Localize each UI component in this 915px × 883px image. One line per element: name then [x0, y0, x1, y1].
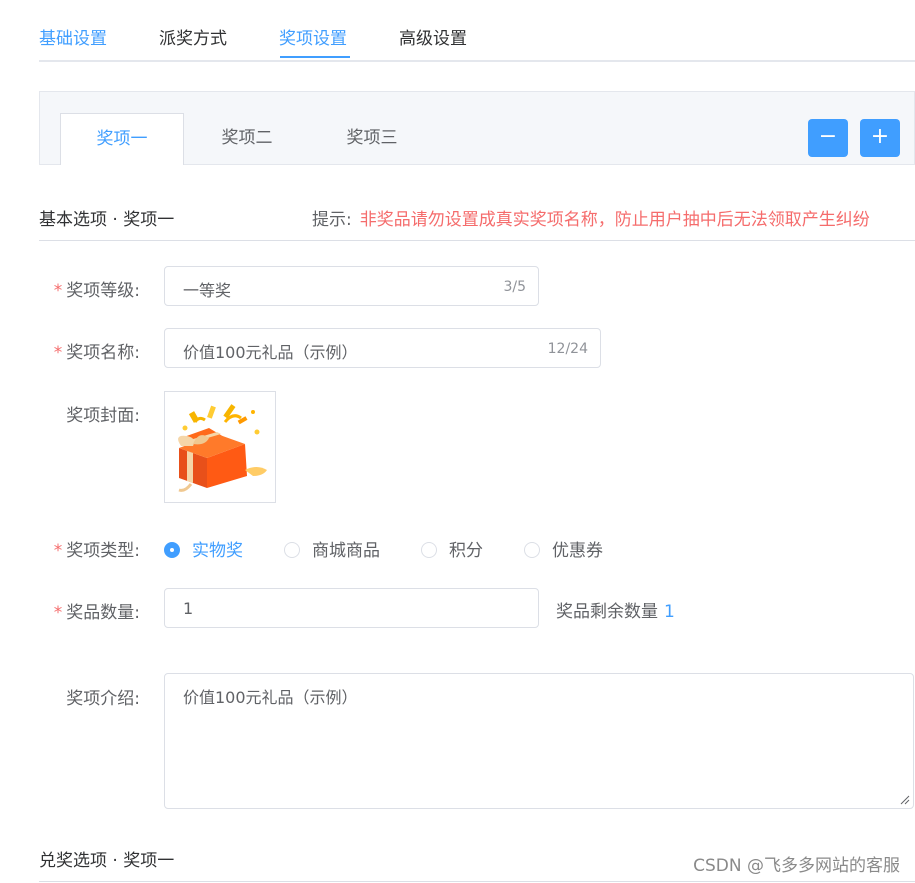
name-input[interactable]: 价值100元礼品（示例） 12/24	[164, 328, 601, 368]
radio-unchecked-icon	[421, 542, 437, 558]
hint-label: 提示:	[312, 210, 352, 230]
hint-text: 非奖品请勿设置成真实奖项名称，防止用户抽中后无法领取产生纠纷	[359, 210, 870, 230]
hint: 提示: 非奖品请勿设置成真实奖项名称，防止用户抽中后无法领取产生纠纷	[312, 205, 870, 230]
name-value: 价值100元礼品（示例）	[183, 343, 358, 362]
remaining-quantity: 奖品剩余数量 1	[556, 597, 675, 622]
tab-award-method[interactable]: 派奖方式	[159, 24, 227, 49]
radio-unchecked-icon	[524, 542, 540, 558]
required-mark: *	[53, 603, 63, 623]
radio-mall-product[interactable]: 商城商品	[284, 536, 380, 561]
prize-tab-1[interactable]: 奖项一	[60, 113, 184, 165]
section-divider	[39, 881, 915, 882]
radio-coupon[interactable]: 优惠券	[524, 536, 603, 561]
name-label: * 奖项名称:	[53, 343, 140, 363]
level-input[interactable]: 一等奖 3/5	[164, 266, 539, 306]
intro-label: 奖项介绍:	[66, 689, 140, 709]
remaining-quantity-label: 奖品剩余数量	[556, 602, 658, 622]
tab-basic-settings[interactable]: 基础设置	[39, 24, 107, 49]
radio-physical-prize[interactable]: 实物奖	[164, 536, 243, 561]
radio-checked-icon	[164, 542, 180, 558]
remove-prize-button[interactable]: −	[808, 119, 848, 157]
prize-tab-2[interactable]: 奖项二	[185, 113, 309, 165]
required-mark: *	[53, 343, 63, 363]
quantity-label: * 奖品数量:	[53, 603, 140, 623]
required-mark: *	[53, 541, 63, 561]
gift-box-image	[178, 404, 267, 492]
watermark: CSDN @飞多多网站的客服	[693, 856, 900, 876]
resize-handle-icon[interactable]	[900, 795, 910, 805]
intro-textarea[interactable]: 价值100元礼品（示例）	[164, 673, 914, 809]
level-value: 一等奖	[183, 281, 232, 300]
required-mark: *	[53, 281, 63, 301]
radio-unchecked-icon	[284, 542, 300, 558]
name-char-count: 12/24	[547, 341, 588, 357]
remaining-quantity-value: 1	[664, 602, 675, 622]
section-divider	[39, 240, 915, 241]
add-prize-button[interactable]: +	[860, 119, 900, 157]
tab-advanced-settings[interactable]: 高级设置	[399, 24, 467, 49]
active-tab-indicator	[280, 56, 350, 58]
radio-points[interactable]: 积分	[421, 536, 483, 561]
quantity-input[interactable]: 1	[164, 588, 539, 628]
level-label: * 奖项等级:	[53, 281, 140, 301]
cover-label: 奖项封面:	[66, 406, 140, 426]
prize-tabs-bar: 奖项一 奖项二 奖项三 − +	[39, 91, 915, 165]
top-tabs: 基础设置 派奖方式 奖项设置 高级设置	[39, 0, 915, 62]
type-label: * 奖项类型:	[53, 541, 140, 561]
level-char-count: 3/5	[503, 279, 526, 295]
prize-tab-3[interactable]: 奖项三	[310, 113, 434, 165]
quantity-value: 1	[183, 599, 194, 618]
basic-section-title: 基本选项 · 奖项一	[39, 210, 175, 230]
intro-value: 价值100元礼品（示例）	[183, 688, 358, 707]
cover-image-upload[interactable]	[164, 391, 276, 503]
redeem-section-title: 兑奖选项 · 奖项一	[39, 851, 175, 871]
tab-prize-settings[interactable]: 奖项设置	[279, 24, 347, 49]
